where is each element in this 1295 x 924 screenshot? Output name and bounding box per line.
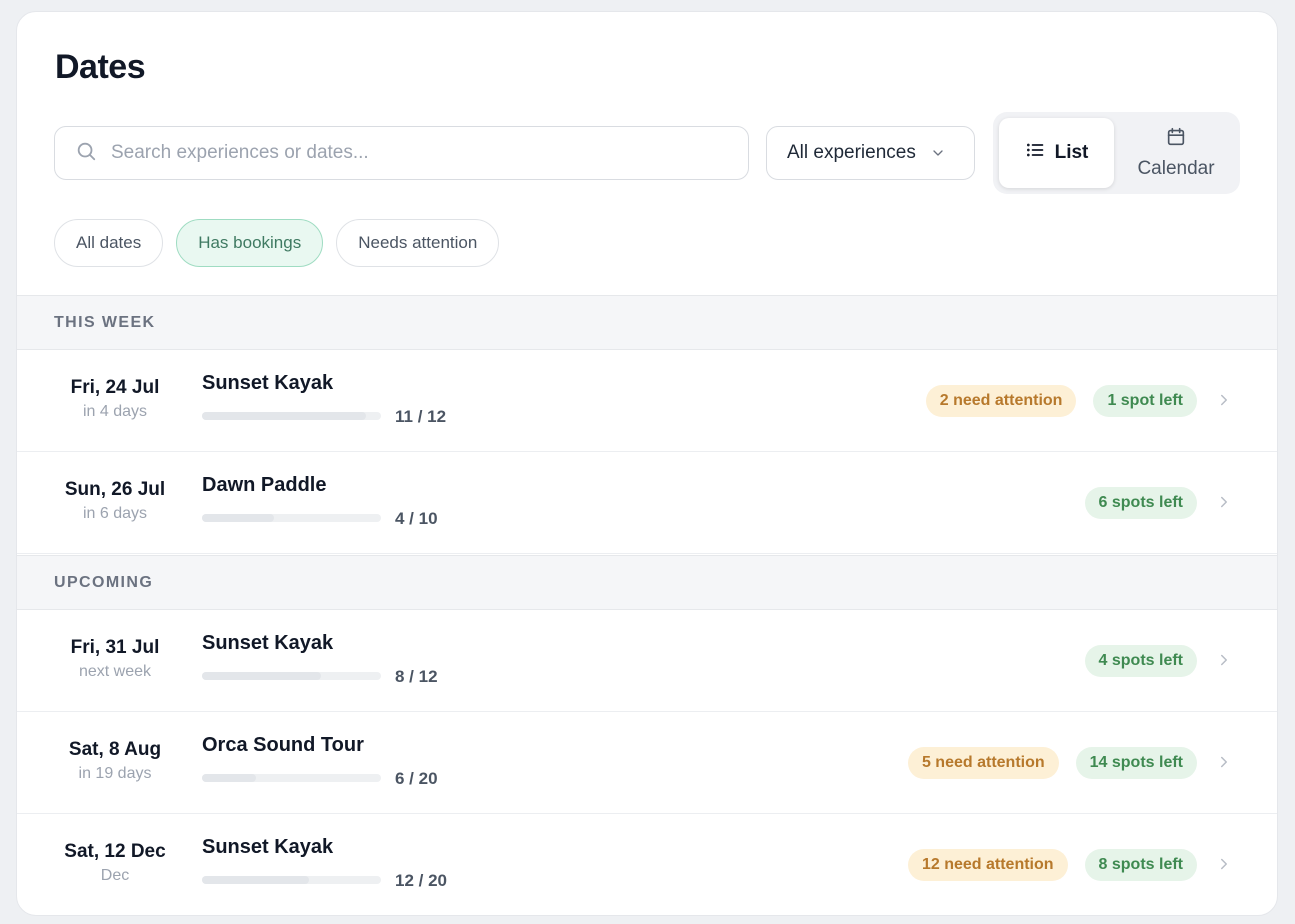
experience-filter-value: All experiences [787,142,916,163]
booking-count: 4 / 10 [395,509,438,528]
row-badges: 5 need attention 14 spots left [891,747,1197,779]
filter-chips: All dates Has bookings Needs attention [54,219,512,267]
experience-name: Orca Sound Tour [202,734,364,756]
booking-count: 6 / 20 [395,769,438,788]
date-cell: Sat, 8 Aug in 19 days [17,712,213,813]
row-badges: 6 spots left [1068,487,1197,519]
chevron-right-icon [1215,753,1233,771]
date-label: Sat, 8 Aug [68,739,162,760]
capacity-bar [202,412,381,420]
chevron-right-icon [1215,855,1233,873]
spots-left-badge: 6 spots left [1084,487,1197,519]
chevron-right-icon [1215,493,1233,511]
capacity-bar-fill [202,774,256,782]
chevron-right-icon [1215,651,1233,669]
experience-name: Sunset Kayak [202,632,334,654]
calendar-view-label: Calendar [1137,158,1215,179]
list-view-button[interactable]: List [999,118,1114,188]
section-header-this-week: THIS WEEK [17,295,1277,350]
spots-left-badge: 14 spots left [1075,747,1197,779]
date-row[interactable]: Sat, 8 Aug in 19 days Orca Sound Tour 6 … [17,712,1277,814]
booking-count: 8 / 12 [395,667,438,686]
capacity-bar-fill [202,514,274,522]
list-icon [1025,140,1055,166]
relative-date: next week [78,663,152,680]
date-row[interactable]: Sun, 26 Jul in 6 days Dawn Paddle 4 / 10… [17,452,1277,554]
spots-left-badge: 4 spots left [1084,645,1197,677]
search-input[interactable] [111,142,671,164]
date-label: Fri, 24 Jul [70,377,160,398]
experience-name: Dawn Paddle [202,474,327,496]
capacity-bar [202,876,381,884]
chip-all-dates[interactable]: All dates [54,219,164,267]
row-badges: 12 need attention 8 spots left [891,849,1197,881]
relative-date: in 4 days [82,403,148,420]
experience-name: Sunset Kayak [202,372,334,394]
date-label: Sun, 26 Jul [64,479,166,500]
spots-left-badge: 8 spots left [1084,849,1197,881]
chevron-right-icon [1215,391,1233,409]
list-view-label: List [1054,142,1089,163]
experience-filter-select[interactable]: All experiences [766,126,975,180]
calendar-icon [1165,126,1187,158]
attention-badge: 12 need attention [907,849,1068,881]
date-cell: Sun, 26 Jul in 6 days [17,452,213,553]
date-row[interactable]: Sat, 12 Dec Dec Sunset Kayak 12 / 20 12 … [17,814,1277,915]
calendar-view-button[interactable]: Calendar [1118,118,1234,188]
date-label: Fri, 31 Jul [70,637,160,658]
date-row[interactable]: Fri, 31 Jul next week Sunset Kayak 8 / 1… [17,610,1277,712]
dates-panel: Dates All experiences List Calendar All … [16,11,1278,916]
spots-left-badge: 1 spot left [1093,385,1197,417]
relative-date: in 19 days [78,765,152,782]
capacity-bar-fill [202,412,367,420]
search-icon [75,140,97,167]
page-title: Dates [55,48,146,86]
row-badges: 4 spots left [1068,645,1197,677]
capacity-bar-fill [202,876,310,884]
capacity-bar-fill [202,672,322,680]
date-row[interactable]: Fri, 24 Jul in 4 days Sunset Kayak 11 / … [17,350,1277,452]
attention-badge: 2 need attention [925,385,1077,417]
relative-date: Dec [100,867,130,884]
search-box[interactable] [54,126,749,180]
date-cell: Fri, 24 Jul in 4 days [17,350,213,451]
chevron-down-icon [930,145,946,161]
capacity-bar [202,672,381,680]
date-cell: Fri, 31 Jul next week [17,610,213,711]
attention-badge: 5 need attention [907,747,1059,779]
booking-count: 12 / 20 [395,871,447,890]
experience-name: Sunset Kayak [202,836,334,858]
chip-has-bookings[interactable]: Has bookings [176,219,324,267]
booking-count: 11 / 12 [395,407,447,426]
section-header-upcoming: UPCOMING [17,555,1277,610]
relative-date: in 6 days [82,505,148,522]
row-badges: 2 need attention 1 spot left [909,385,1197,417]
chip-needs-attention[interactable]: Needs attention [336,219,500,267]
view-toggle: List Calendar [993,112,1240,194]
date-label: Sat, 12 Dec [64,841,166,862]
capacity-bar [202,774,381,782]
capacity-bar [202,514,381,522]
date-cell: Sat, 12 Dec Dec [17,814,213,915]
